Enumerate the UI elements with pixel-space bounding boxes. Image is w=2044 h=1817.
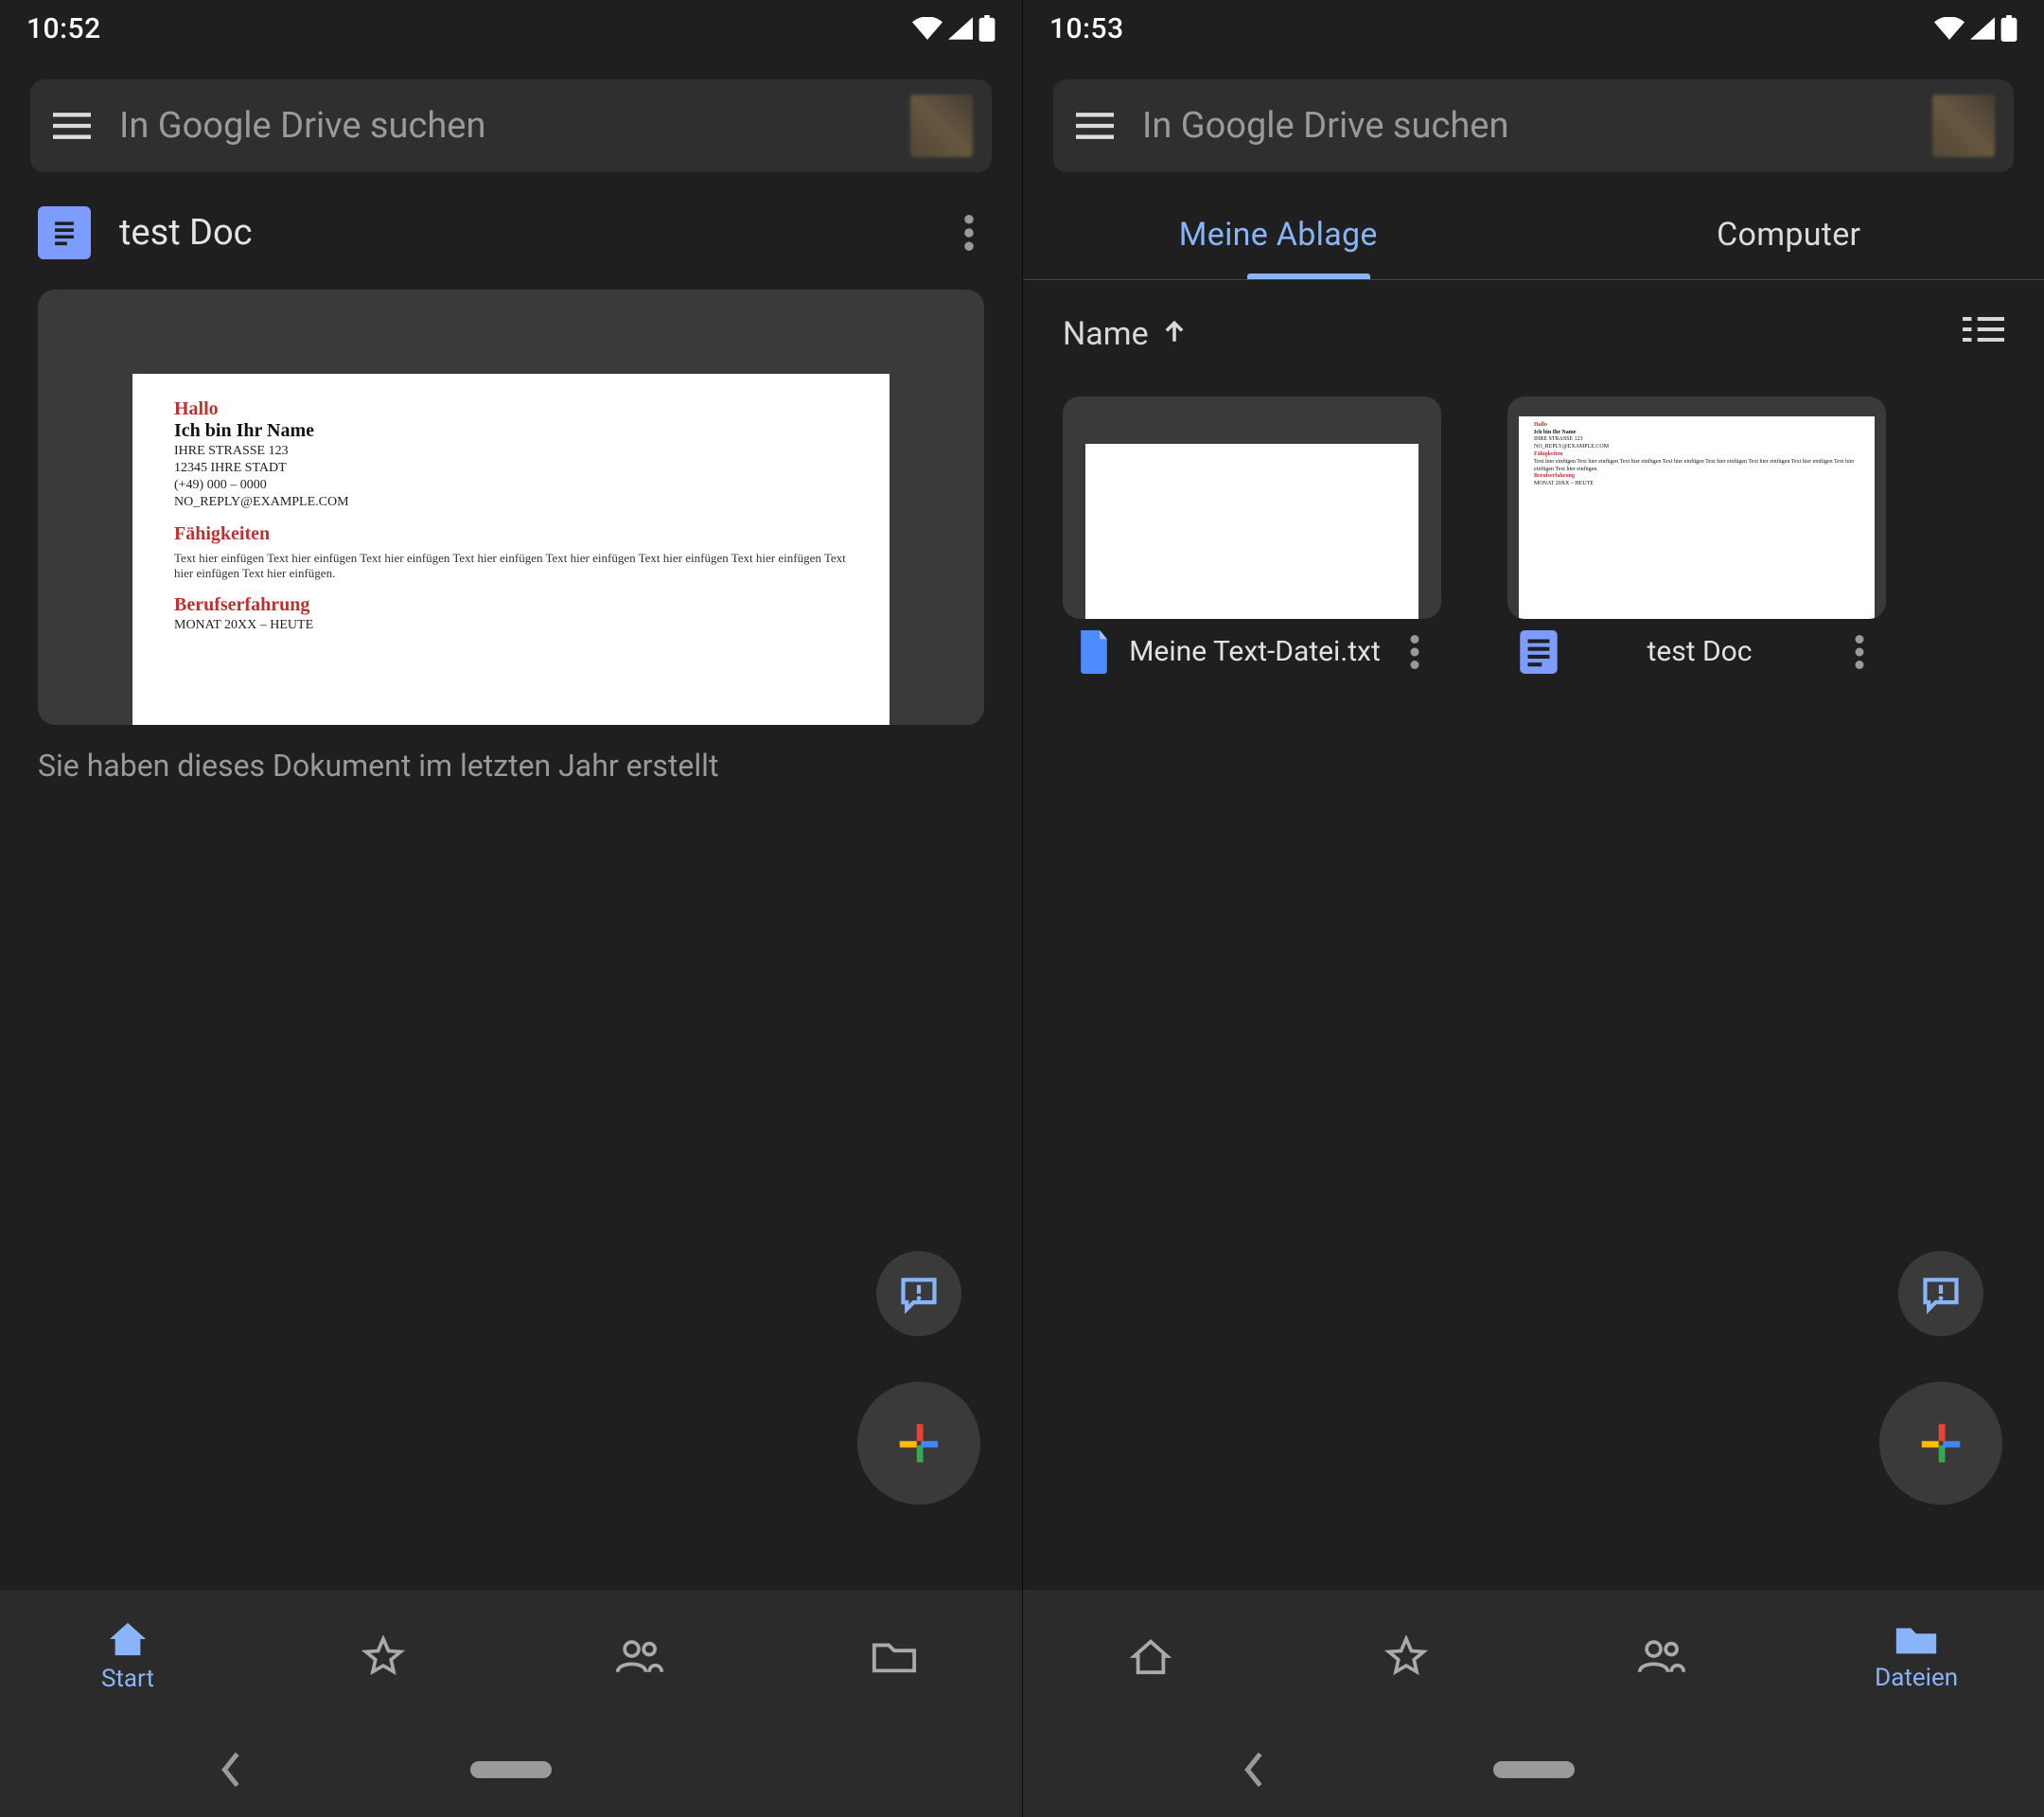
file-tile-doc[interactable]: Hallo Ich bin Ihr Name IHRE STRASSE 123 … — [1507, 397, 1886, 676]
feedback-button[interactable] — [1898, 1251, 1983, 1336]
search-bar[interactable]: In Google Drive suchen — [30, 79, 992, 172]
file-name: Meine Text-Datei.txt — [1118, 635, 1392, 669]
home-pill[interactable] — [470, 1761, 552, 1778]
doc-addr1: IHRE STRASSE 123 — [174, 444, 848, 459]
people-icon — [1636, 1637, 1685, 1675]
file-info: test Doc — [1507, 619, 1886, 676]
bottom-nav: Start — [0, 1590, 1022, 1722]
folder-icon — [871, 1637, 918, 1675]
star-icon — [361, 1635, 405, 1677]
document-preview[interactable]: Hallo Ich bin Ihr Name IHRE STRASSE 123 … — [38, 290, 984, 725]
create-new-button[interactable] — [857, 1382, 980, 1505]
screen-home: 10:52 In Google Drive suchen test Doc Ha… — [0, 0, 1022, 1817]
suggested-title: test Doc — [119, 212, 946, 254]
drive-tabs: Meine Ablage Computer — [1023, 189, 2044, 280]
system-nav — [0, 1722, 1022, 1817]
more-options-button[interactable] — [946, 210, 992, 256]
doc-phone: (+49) 000 – 0000 — [174, 478, 848, 493]
nav-shared[interactable] — [511, 1590, 766, 1722]
doc-addr2: 12345 IHRE STADT — [174, 461, 848, 476]
nav-shared[interactable] — [1534, 1590, 1789, 1722]
docs-icon — [38, 206, 91, 259]
document-page: Hallo Ich bin Ihr Name IHRE STRASSE 123 … — [132, 374, 890, 725]
battery-icon — [2000, 15, 2018, 42]
avatar[interactable] — [910, 95, 973, 157]
status-icons — [1934, 15, 2018, 42]
file-thumbnail — [1063, 397, 1441, 619]
feedback-button[interactable] — [876, 1251, 961, 1336]
home-icon — [106, 1619, 150, 1659]
file-info: Meine Text-Datei.txt — [1063, 619, 1441, 676]
sort-asc-icon — [1162, 315, 1187, 353]
nav-favorites[interactable] — [1278, 1590, 1534, 1722]
people-icon — [614, 1637, 663, 1675]
home-pill[interactable] — [1493, 1761, 1575, 1778]
cell-icon — [948, 17, 973, 40]
fab-group — [857, 1251, 980, 1505]
cell-icon — [1970, 17, 1995, 40]
doc-exp-line: MONAT 20XX – HEUTE — [174, 618, 848, 633]
menu-icon[interactable] — [1072, 103, 1118, 149]
status-time: 10:52 — [26, 12, 101, 45]
back-icon[interactable] — [1242, 1751, 1266, 1789]
doc-name-line: Ich bin Ihr Name — [174, 420, 848, 442]
file-icon — [1070, 628, 1118, 676]
back-icon[interactable] — [219, 1751, 243, 1789]
menu-icon[interactable] — [49, 103, 95, 149]
status-bar: 10:53 — [1023, 0, 2044, 57]
nav-favorites[interactable] — [256, 1590, 511, 1722]
mini-doc-page: Hallo Ich bin Ihr Name IHRE STRASSE 123 … — [1519, 416, 1875, 619]
system-nav — [1023, 1722, 2044, 1817]
suggested-header[interactable]: test Doc — [0, 189, 1022, 276]
tab-indicator — [1247, 273, 1369, 279]
doc-greeting: Hallo — [174, 398, 848, 420]
file-tile-txt[interactable]: Meine Text-Datei.txt — [1063, 397, 1441, 676]
status-bar: 10:52 — [0, 0, 1022, 57]
wifi-icon — [1934, 17, 1965, 40]
status-icons — [912, 15, 996, 42]
search-bar[interactable]: In Google Drive suchen — [1053, 79, 2014, 172]
plus-icon — [1915, 1418, 1966, 1469]
sort-row[interactable]: Name — [1023, 280, 2044, 376]
doc-skills-heading: Fähigkeiten — [174, 523, 848, 545]
tab-mydrive[interactable]: Meine Ablage — [1023, 189, 1534, 279]
suggested-subtitle: Sie haben dieses Dokument im letzten Jah… — [0, 725, 1022, 806]
nav-files[interactable] — [766, 1590, 1022, 1722]
doc-skills-body: Text hier einfügen Text hier einfügen Te… — [174, 551, 848, 582]
doc-exp-heading: Berufserfahrung — [174, 594, 848, 616]
nav-home[interactable]: Start — [0, 1590, 256, 1722]
status-time: 10:53 — [1049, 12, 1124, 45]
bottom-nav: Dateien — [1023, 1590, 2044, 1722]
wifi-icon — [912, 17, 943, 40]
nav-files-label: Dateien — [1875, 1664, 1958, 1692]
battery-icon — [978, 15, 996, 42]
docs-icon — [1515, 628, 1562, 676]
file-thumbnail: Hallo Ich bin Ihr Name IHRE STRASSE 123 … — [1507, 397, 1886, 619]
nav-home-label: Start — [101, 1665, 154, 1693]
screen-files: 10:53 In Google Drive suchen Meine Ablag… — [1022, 0, 2044, 1817]
file-more-button[interactable] — [1392, 629, 1437, 675]
plus-icon — [893, 1418, 944, 1469]
folder-icon — [1893, 1620, 1940, 1658]
nav-files[interactable]: Dateien — [1788, 1590, 2044, 1722]
create-new-button[interactable] — [1879, 1382, 2002, 1505]
home-icon — [1129, 1636, 1172, 1676]
file-name: test Doc — [1562, 635, 1837, 669]
doc-email: NO_REPLY@EXAMPLE.COM — [174, 495, 848, 510]
nav-home[interactable] — [1023, 1590, 1278, 1722]
star-icon — [1384, 1635, 1428, 1677]
sort-label: Name — [1063, 315, 1149, 353]
search-placeholder: In Google Drive suchen — [119, 105, 886, 147]
view-toggle-icon[interactable] — [1963, 314, 2004, 353]
file-more-button[interactable] — [1837, 629, 1882, 675]
avatar[interactable] — [1932, 95, 1995, 157]
fab-group — [1879, 1251, 2002, 1505]
file-grid: Meine Text-Datei.txt Hallo Ich bin Ihr N… — [1023, 376, 2044, 697]
tab-computers[interactable]: Computer — [1534, 189, 2044, 279]
search-placeholder: In Google Drive suchen — [1142, 105, 1908, 147]
